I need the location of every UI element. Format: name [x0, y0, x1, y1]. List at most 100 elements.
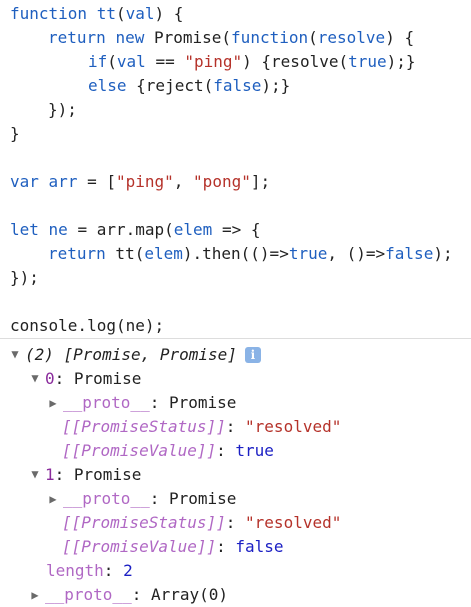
- code-line: else {reject(false);}: [10, 74, 471, 98]
- item-type: Promise: [73, 369, 142, 388]
- code-token: elem: [173, 220, 213, 239]
- proto-key: __proto__: [45, 585, 132, 604]
- value-key: [[PromiseValue]]: [62, 537, 217, 556]
- code-token: function: [231, 28, 309, 47]
- item-index: 0: [45, 369, 55, 388]
- code-token: true: [288, 244, 328, 263]
- code-token: (: [308, 28, 318, 47]
- code-line: function tt(val) {: [10, 2, 471, 26]
- length-value: 2: [123, 561, 133, 580]
- code-token: elem: [144, 244, 183, 263]
- code-line: console.log(ne);: [10, 314, 471, 338]
- code-token: ];: [250, 172, 271, 191]
- code-token: val: [116, 52, 146, 71]
- expand-triangle-icon[interactable]: ▼: [28, 366, 42, 390]
- code-token: console.log(ne);: [10, 316, 165, 335]
- proto-key: __proto__: [63, 393, 150, 412]
- code-line: }: [10, 122, 471, 146]
- code-token: = arr.map(: [67, 220, 174, 239]
- code-token: , ()=>: [327, 244, 386, 263]
- array-summary: (2) [Promise, Promise]: [25, 345, 237, 364]
- status-value: "resolved": [245, 417, 342, 436]
- code-editor: function tt(val) { return new Promise(fu…: [0, 0, 471, 338]
- code-token: );}: [386, 52, 416, 71]
- item-type: Promise: [73, 465, 142, 484]
- code-token: (: [115, 4, 126, 23]
- code-token: return: [48, 28, 106, 47]
- status-key: [[PromiseStatus]]: [62, 513, 226, 532]
- proto-value: Promise: [168, 393, 237, 412]
- proto-key: __proto__: [63, 489, 150, 508]
- code-token: ) {: [154, 4, 184, 23]
- code-token: return: [48, 244, 106, 263]
- value-value: true: [235, 441, 274, 460]
- code-token: );}: [261, 76, 291, 95]
- code-token: let: [10, 220, 39, 239]
- code-token: }: [10, 124, 20, 143]
- proto-row[interactable]: ▶ __proto__: Promise: [8, 391, 471, 415]
- code-token: false: [213, 76, 262, 95]
- array-item-row[interactable]: ▼ 0: Promise: [8, 367, 471, 391]
- status-row: [[PromiseStatus]]: "resolved": [8, 511, 471, 535]
- proto-row[interactable]: ▶ __proto__: Promise: [8, 487, 471, 511]
- length-row: length: 2: [8, 559, 471, 583]
- array-proto-row[interactable]: ▶ __proto__: Array(0): [8, 583, 471, 607]
- code-line: if(val == "ping") {resolve(true);}: [10, 50, 471, 74]
- status-row: [[PromiseStatus]]: "resolved": [8, 415, 471, 439]
- expand-triangle-icon[interactable]: ▼: [28, 462, 42, 486]
- collapse-triangle-icon[interactable]: ▶: [46, 391, 60, 415]
- code-token: if: [88, 52, 108, 71]
- code-token: "pong": [193, 172, 251, 191]
- code-line: var arr = ["ping", "pong"];: [10, 170, 471, 194]
- code-token: tt(: [105, 244, 145, 263]
- code-token: var: [10, 172, 39, 191]
- value-key: [[PromiseValue]]: [62, 441, 217, 460]
- array-root-row[interactable]: ▼ (2) [Promise, Promise] i: [8, 343, 471, 367]
- code-token: val: [125, 4, 155, 23]
- code-token: else: [88, 76, 127, 95]
- code-token: });: [10, 268, 39, 287]
- code-token: ,: [173, 172, 194, 191]
- code-token: ).then(()=>: [182, 244, 289, 263]
- code-token: {reject(: [126, 76, 214, 95]
- code-token: ne: [48, 220, 68, 239]
- code-token: "ping": [115, 172, 174, 191]
- code-line: let ne = arr.map(elem => {: [10, 218, 471, 242]
- code-token: ) {resolve(: [242, 52, 349, 71]
- code-token: = [: [77, 172, 116, 191]
- code-token: );: [433, 244, 453, 263]
- code-token: ) {: [385, 28, 415, 47]
- code-line: return new Promise(function(resolve) {: [10, 26, 471, 50]
- collapse-triangle-icon[interactable]: ▶: [28, 583, 42, 607]
- code-token: => {: [212, 220, 261, 239]
- code-line: });: [10, 266, 471, 290]
- value-value: false: [235, 537, 284, 556]
- status-key: [[PromiseStatus]]: [62, 417, 226, 436]
- length-key: length: [46, 561, 104, 580]
- code-token: (: [107, 52, 117, 71]
- code-token: false: [385, 244, 434, 263]
- proto-value: Array(0): [150, 585, 229, 604]
- code-token: arr: [48, 172, 78, 191]
- code-token: tt: [96, 4, 116, 23]
- collapse-triangle-icon[interactable]: ▶: [46, 487, 60, 511]
- item-index: 1: [45, 465, 55, 484]
- value-row: [[PromiseValue]]: true: [8, 439, 471, 463]
- code-token: });: [48, 100, 77, 119]
- code-token: true: [348, 52, 387, 71]
- status-value: "resolved": [245, 513, 342, 532]
- code-token: ==: [145, 52, 185, 71]
- proto-value: Promise: [168, 489, 237, 508]
- code-token: "ping": [184, 52, 243, 71]
- expand-triangle-icon[interactable]: ▼: [8, 342, 22, 366]
- info-icon[interactable]: i: [244, 347, 261, 363]
- value-row: [[PromiseValue]]: false: [8, 535, 471, 559]
- array-item-row[interactable]: ▼ 1: Promise: [8, 463, 471, 487]
- code-token: function: [10, 4, 88, 23]
